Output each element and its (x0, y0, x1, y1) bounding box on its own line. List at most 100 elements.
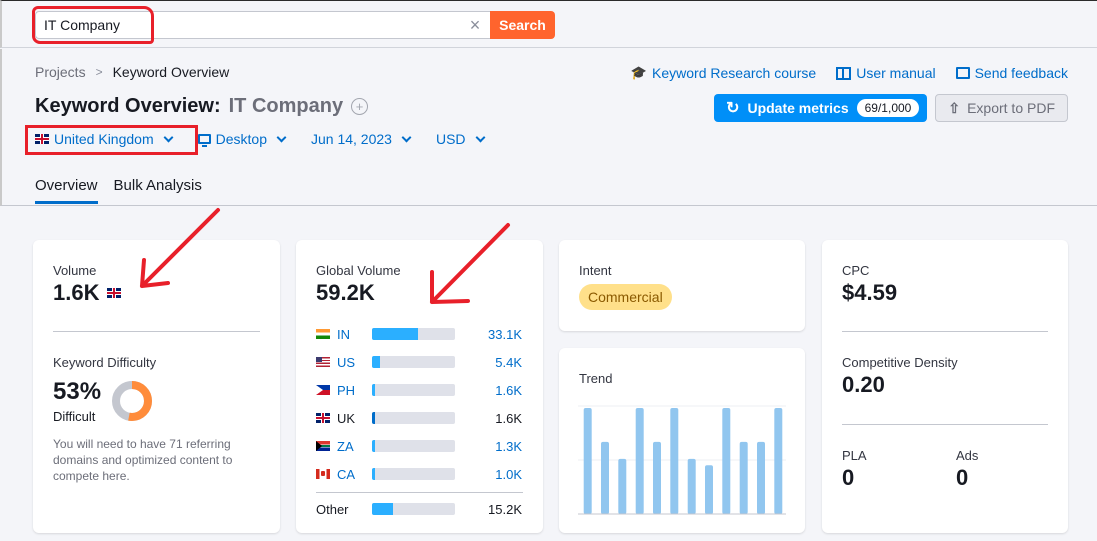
intent-card: Intent Commercial (559, 240, 805, 331)
ads-label: Ads (956, 448, 979, 463)
country-volume-bar (372, 440, 455, 452)
country-volume-bar (372, 384, 455, 396)
help-links: 🎓 Keyword Research course User manual Se… (631, 65, 1068, 81)
intent-section: Intent Commercial (579, 263, 672, 310)
country-volume-bar-fill (372, 440, 375, 452)
pla-value: 0 (842, 465, 855, 490)
trend-bar (774, 408, 783, 514)
page-title: Keyword Overview: IT Company + (35, 95, 369, 118)
country-volume-bar-fill (372, 356, 380, 368)
in-flag-icon (316, 329, 330, 339)
country-volume-bar-fill (372, 384, 375, 396)
manual-link-label: User manual (856, 65, 936, 81)
trend-bar (601, 441, 609, 514)
country-code[interactable]: ZA (337, 439, 372, 454)
ph-flag-icon (316, 385, 330, 395)
chat-bubble-icon (955, 67, 970, 79)
trend-bar (757, 441, 765, 514)
uk-flag-icon (35, 134, 49, 144)
metrics-quota-badge: 69/1,000 (856, 99, 920, 117)
breadcrumb-keyword-overview: Keyword Overview (112, 64, 230, 80)
kd-value: 53% (53, 378, 102, 405)
divider (316, 492, 523, 493)
search-button[interactable]: Search (490, 11, 555, 39)
pla-label: PLA (842, 448, 867, 463)
country-code[interactable]: US (337, 355, 372, 370)
page-title-keyword: IT Company (228, 95, 344, 117)
country-label: United Kingdom (54, 131, 154, 147)
search-box: × Search (35, 11, 555, 39)
country-volume-value[interactable]: 1.3K (455, 439, 522, 454)
date-selector[interactable]: Jun 14, 2023 (311, 131, 412, 147)
export-pdf-button[interactable]: ⇧ Export to PDF (935, 94, 1068, 122)
header-actions: ↻ Update metrics 69/1,000 ⇧ Export to PD… (714, 94, 1068, 122)
page-header: Projects > Keyword Overview Keyword Over… (0, 49, 1097, 206)
course-link-label: Keyword Research course (652, 65, 817, 81)
country-selector[interactable]: United Kingdom (35, 131, 174, 147)
cd-label: Competitive Density (842, 355, 958, 370)
breadcrumb-separator-icon: > (95, 65, 103, 79)
ads-section: Ads 0 (956, 448, 978, 491)
device-label: Desktop (215, 131, 267, 147)
country-volume-row: ZA 1.3K (316, 432, 522, 460)
global-volume-value: 59.2K (316, 280, 375, 305)
cpc-label: CPC (842, 263, 870, 278)
country-volume-bar-fill (372, 412, 375, 424)
pla-section: PLA 0 (842, 448, 867, 491)
update-metrics-button[interactable]: ↻ Update metrics 69/1,000 (714, 94, 928, 122)
search-input[interactable] (35, 11, 460, 39)
kd-row: 53% Difficult (53, 378, 253, 424)
send-feedback-link[interactable]: Send feedback (955, 65, 1068, 81)
global-volume-label: Global Volume (316, 263, 401, 278)
breadcrumb-projects[interactable]: Projects (35, 64, 86, 80)
country-code[interactable]: IN (337, 327, 372, 342)
country-code[interactable]: CA (337, 467, 372, 482)
desktop-icon (197, 134, 211, 147)
trend-bar (583, 408, 592, 514)
cpc-value: $4.59 (842, 280, 898, 305)
trend-bar (670, 408, 679, 514)
country-volume-bar (372, 412, 455, 424)
user-manual-link[interactable]: User manual (836, 65, 936, 81)
trend-bar (618, 458, 627, 514)
trend-bar (722, 408, 731, 514)
country-volume-value[interactable]: 33.1K (455, 327, 522, 342)
country-volume-value[interactable]: 5.4K (455, 355, 522, 370)
other-label: Other (316, 501, 349, 517)
country-code[interactable]: PH (337, 383, 372, 398)
country-volume-value[interactable]: 1.0K (455, 467, 522, 482)
cd-value: 0.20 (842, 372, 885, 397)
trend-card: Trend (559, 348, 805, 533)
export-pdf-label: Export to PDF (967, 100, 1055, 116)
ads-value: 0 (956, 465, 969, 490)
country-volume-bar (372, 468, 455, 480)
refresh-icon: ↻ (726, 100, 740, 117)
tab-bulk-analysis[interactable]: Bulk Analysis (114, 177, 202, 204)
keyword-research-course-link[interactable]: 🎓 Keyword Research course (631, 65, 816, 81)
country-code: UK (337, 410, 356, 426)
chevron-down-icon (276, 132, 287, 142)
upload-icon: ⇧ (948, 99, 961, 116)
trend-bar (705, 465, 713, 514)
intent-badge: Commercial (579, 284, 672, 310)
country-volume-row: IN 33.1K (316, 320, 522, 348)
tab-overview[interactable]: Overview (35, 177, 98, 204)
trend-chart (578, 405, 786, 515)
divider (53, 331, 260, 332)
currency-selector[interactable]: USD (435, 131, 485, 147)
trend-bar (635, 408, 644, 514)
kd-level: Difficult (53, 409, 96, 424)
uk-flag-icon (316, 413, 330, 423)
country-volume-bar (372, 356, 455, 368)
cpc-section: CPC $4.59 (842, 263, 897, 306)
kd-description: You will need to have 71 referring domai… (53, 437, 233, 483)
device-selector[interactable]: Desktop (197, 131, 287, 147)
global-volume-card: Global Volume 59.2K IN 33.1K US 5.4K PH 1.6K U… (296, 240, 543, 533)
clear-search-icon[interactable]: × (460, 11, 490, 39)
country-volume-value[interactable]: 1.6K (455, 383, 522, 398)
add-keyword-icon[interactable]: + (351, 98, 369, 115)
currency-label: USD (435, 131, 466, 147)
global-volume-header: Global Volume 59.2K (316, 263, 401, 306)
trend-bar (739, 441, 748, 514)
book-icon (836, 66, 852, 80)
